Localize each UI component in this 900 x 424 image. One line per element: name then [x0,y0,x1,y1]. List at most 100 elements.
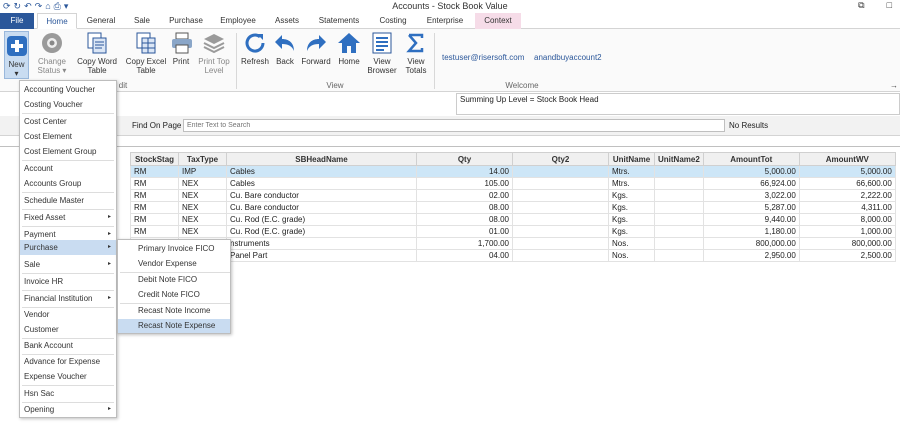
submenu-item-primary-invoice-fico[interactable]: Primary Invoice FICO [118,242,230,256]
menu-item-cost-element[interactable]: Cost Element [20,129,116,144]
back-arrow-icon [275,35,294,51]
col-header-amounttot[interactable]: AmountTot [702,152,800,166]
forward-button[interactable]: Forward [300,31,332,66]
tab-context[interactable]: Context [475,13,521,29]
cell-stockstag: RM [130,189,179,202]
find-input[interactable] [183,119,725,132]
table-row[interactable]: RM NEX Cu. Bare conductor 08.00 Kgs. 5,2… [130,201,896,214]
menu-item-label: Expense Voucher [24,372,87,381]
tab-file[interactable]: File [0,13,34,29]
cell-unitname: Mtrs. [608,177,655,190]
menu-item-purchase[interactable]: Purchase ▸ [20,240,116,255]
submenu-item-credit-note-fico[interactable]: Credit Note FICO [118,288,230,302]
tab-sale[interactable]: Sale [124,13,160,29]
user-email-link[interactable]: testuser@risersoft.com [442,53,524,62]
submenu-item-debit-note-fico[interactable]: Debit Note FICO [118,273,230,287]
cell-taxtype: NEX [178,177,227,190]
tab-enterprise[interactable]: Enterprise [418,13,472,29]
table-row[interactable]: Panel Part 04.00 Nos. 2,950.00 2,500.00 [130,249,896,262]
back-button[interactable]: Back [273,31,297,66]
copy-excel-table-button[interactable]: Copy Excel Table [124,31,168,75]
restore-icon[interactable]: ⧉ [858,0,864,11]
cell-qty: 08.00 [416,213,513,226]
cell-amountwv: 66,600.00 [798,177,896,190]
menu-item-account[interactable]: Account [20,161,116,176]
cell-unitname2 [654,249,704,262]
window-controls: ⧉ □ [858,0,892,11]
refresh-icon [245,33,265,53]
col-header-unitname[interactable]: UnitName [608,152,655,166]
menu-item-financial-institution[interactable]: Financial Institution ▸ [20,291,116,306]
table-row[interactable]: RM NEX Cu. Rod (E.C. grade) 01.00 Kgs. 1… [130,225,896,238]
menu-item-cost-center[interactable]: Cost Center [20,114,116,129]
refresh-button[interactable]: Refresh [240,31,270,66]
menu-item-accounting-voucher[interactable]: Accounting Voucher [20,82,116,97]
menu-item-cost-element-group[interactable]: Cost Element Group [20,144,116,159]
menu-item-bank-account[interactable]: Bank Account [20,338,116,353]
menu-item-accounts-group[interactable]: Accounts Group [20,176,116,191]
menu-item-expense-voucher[interactable]: Expense Voucher [20,369,116,384]
col-header-unitname2[interactable]: UnitName2 [654,152,704,166]
cell-unitname: Kgs. [608,201,655,214]
tab-statements[interactable]: Statements [310,13,368,29]
cell-sbheadname: Cables [226,165,417,178]
menu-item-hsn-sac[interactable]: Hsn Sac [20,386,116,401]
new-button[interactable]: New ▾ [4,31,29,79]
menu-item-vendor[interactable]: Vendor [20,307,116,322]
col-header-sbheadname[interactable]: SBHeadName [226,152,417,166]
menu-item-advance-for-expense[interactable]: Advance for Expense [20,354,116,369]
find-result: No Results [729,121,769,130]
menu-item-invoice-hr[interactable]: Invoice HR [20,274,116,289]
copy-word-table-button[interactable]: Copy Word Table [75,31,119,75]
col-header-amountwv[interactable]: AmountWV [798,152,896,166]
copy-excel-line2: Table [136,66,156,75]
menu-item-customer[interactable]: Customer [20,322,116,337]
print-top-level-button[interactable]: Print Top Level [196,31,232,75]
pin-ribbon-icon[interactable]: → [890,81,898,90]
submenu-item-vendor-expense[interactable]: Vendor Expense [118,257,230,271]
table-row[interactable]: RM NEX Cu. Bare conductor 02.00 Kgs. 3,0… [130,189,896,202]
change-status-button[interactable]: Change Status ▾ [33,31,71,75]
window-title: Accounts - Stock Book Value [392,1,508,11]
menu-item-costing-voucher[interactable]: Costing Voucher [20,97,116,112]
menu-item-label: Customer [24,325,59,334]
print-button[interactable]: Print [170,31,192,66]
table-row[interactable]: RM NEX Cu. Rod (E.C. grade) 08.00 Kgs. 9… [130,213,896,226]
account-name-link[interactable]: anandbuyaccount2 [534,53,602,62]
menu-item-label: Bank Account [24,341,73,350]
forward-arrow-icon [307,35,326,51]
submenu-item-recast-note-income[interactable]: Recast Note Income [118,304,230,318]
col-header-qty[interactable]: Qty [416,152,513,166]
menu-item-schedule-master[interactable]: Schedule Master [20,193,116,208]
view-totals-button[interactable]: View Totals [402,31,430,75]
menu-item-fixed-asset[interactable]: Fixed Asset ▸ [20,210,116,225]
col-header-qty2[interactable]: Qty2 [512,152,609,166]
table-row[interactable]: nstruments 1,700.00 Nos. 800,000.00 800,… [130,237,896,250]
view-browser-line1: View [373,57,391,66]
tab-home[interactable]: Home [37,13,77,29]
tab-assets[interactable]: Assets [266,13,308,29]
table-row[interactable]: RM IMP Cables 14.00 Mtrs. 5,000.00 5,000… [130,165,896,178]
menu-item-sale[interactable]: Sale ▸ [20,257,116,272]
home-button[interactable]: Home [336,31,362,66]
cell-amounttot: 66,924.00 [702,177,800,190]
cell-sbheadname: Panel Part [226,249,417,262]
tab-employee[interactable]: Employee [212,13,264,29]
col-header-stockstag[interactable]: StockStag [130,152,179,166]
home-icon [338,33,360,53]
submenu-arrow-icon: ▸ [107,214,111,220]
welcome-group-label: Welcome [505,81,539,90]
submenu-item-label: Recast Note Income [138,306,211,315]
tab-purchase[interactable]: Purchase [163,13,209,29]
col-header-taxtype[interactable]: TaxType [178,152,227,166]
tab-general[interactable]: General [80,13,122,29]
cell-amountwv: 2,222.00 [798,189,896,202]
view-browser-button[interactable]: View Browser [367,31,397,75]
menu-item-opening[interactable]: Opening ▸ [20,402,116,417]
submenu-item-recast-note-expense[interactable]: Recast Note Expense [118,319,230,333]
tab-costing[interactable]: Costing [370,13,416,29]
table-row[interactable]: RM NEX Cables 105.00 Mtrs. 66,924.00 66,… [130,177,896,190]
maximize-icon[interactable]: □ [887,0,892,11]
change-status-line2: Status ▾ [37,66,67,75]
cell-taxtype: NEX [178,225,227,238]
